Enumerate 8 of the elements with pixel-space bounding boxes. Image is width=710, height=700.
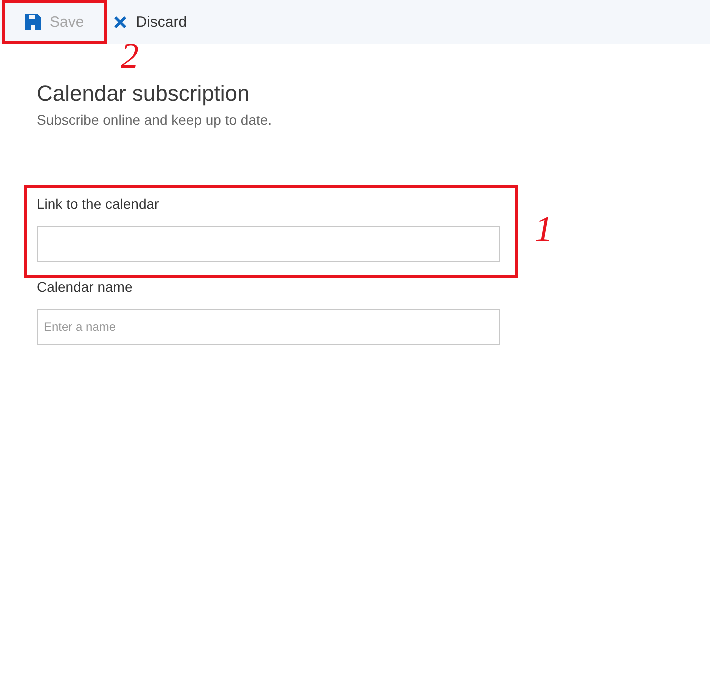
page-subtitle: Subscribe online and keep up to date. (37, 111, 274, 129)
close-icon (114, 16, 128, 28)
annotation-number: 1 (535, 211, 553, 247)
page-title: Calendar subscription (37, 81, 251, 107)
field-label: Link to the calendar (37, 195, 160, 214)
input-field[interactable]: Enter a name (37, 309, 500, 345)
input-field[interactable] (37, 226, 500, 262)
field-label: Calendar name (37, 278, 134, 297)
